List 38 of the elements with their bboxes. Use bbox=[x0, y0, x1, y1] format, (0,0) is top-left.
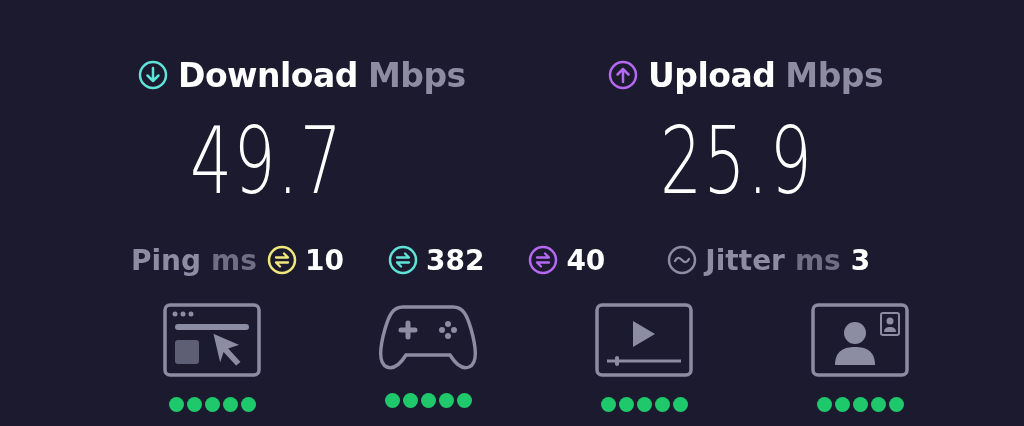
rating-dot bbox=[870, 397, 886, 412]
rating-dot bbox=[168, 397, 184, 412]
jitter-icon bbox=[667, 245, 698, 275]
rating-dot bbox=[222, 397, 238, 412]
browser-cursor-icon bbox=[163, 303, 261, 377]
rating-dot bbox=[618, 397, 634, 412]
ping-label: Ping bbox=[131, 243, 202, 277]
speed-value: 49.7 bbox=[190, 107, 345, 217]
rating-dot bbox=[816, 397, 832, 412]
video-call-icon bbox=[811, 303, 909, 377]
rating-dot bbox=[636, 397, 652, 412]
jitter-value: 3 bbox=[850, 243, 871, 277]
unit-label: ms bbox=[211, 243, 257, 277]
jitter-label: Jitter bbox=[705, 243, 785, 277]
rating-dot bbox=[240, 397, 256, 412]
rating-dot bbox=[186, 397, 202, 412]
rating-dot bbox=[654, 397, 670, 412]
rating-dot bbox=[834, 397, 850, 412]
rating-dot bbox=[888, 397, 904, 412]
rating-dot bbox=[204, 397, 220, 412]
rating-dot bbox=[852, 397, 868, 412]
rating-dot bbox=[438, 393, 454, 408]
rating-dot bbox=[672, 397, 688, 412]
speed-value: 25.9 bbox=[660, 107, 815, 217]
metric-label: Download bbox=[178, 55, 358, 95]
rating-dot bbox=[420, 393, 436, 408]
rating-dot bbox=[402, 393, 418, 408]
rating-dot bbox=[600, 397, 616, 412]
rating-dot bbox=[456, 393, 472, 408]
rating-dot bbox=[384, 393, 400, 408]
ping-value: 382 bbox=[425, 243, 485, 277]
unit-label: ms bbox=[794, 243, 841, 277]
unit-label: Mbps bbox=[785, 55, 884, 95]
metric-label: Upload bbox=[648, 55, 776, 95]
ping-value: 10 bbox=[304, 243, 344, 277]
unit-label: Mbps bbox=[367, 55, 466, 95]
video-player-icon bbox=[595, 303, 693, 377]
ping-value: 40 bbox=[566, 243, 606, 277]
